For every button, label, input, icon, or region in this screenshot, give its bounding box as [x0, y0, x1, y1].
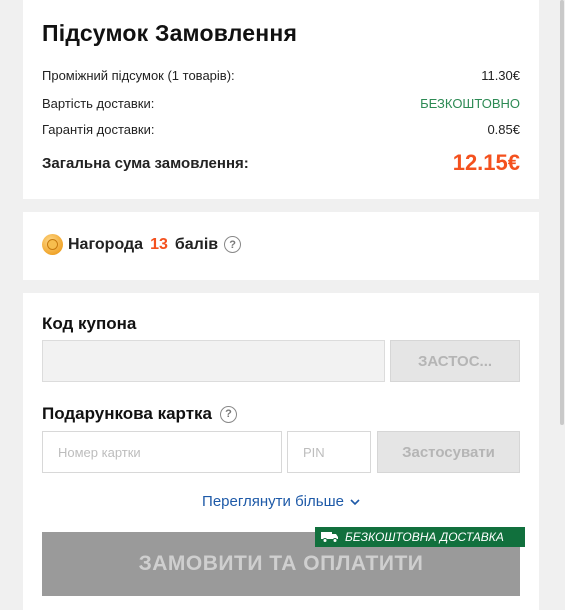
guarantee-label: Гарантія доставки: [42, 122, 155, 137]
gift-card-apply-button[interactable]: Застосувати [377, 431, 520, 473]
reward-line: Нагорода 13 балів ? [42, 234, 242, 255]
subtotal-label: Проміжний підсумок (1 товарів): [42, 68, 235, 83]
coupon-card: Код купона ЗАСТОС... Подарункова картка … [23, 293, 539, 610]
gift-card-pin-input[interactable] [287, 431, 371, 473]
total-label: Загальна сума замовлення: [42, 154, 249, 172]
coin-icon [42, 234, 63, 255]
shipping-row: Вартість доставки: БЕЗКОШТОВНО [42, 96, 520, 111]
truck-icon [321, 531, 339, 543]
scrollbar-thumb[interactable] [560, 0, 564, 425]
gift-card-number-input[interactable] [42, 431, 282, 473]
reward-prefix: Нагорода [68, 235, 144, 253]
gift-card-help-icon[interactable]: ? [220, 405, 237, 423]
reward-suffix: балів [174, 235, 219, 253]
total-value: 12.15€ [452, 150, 520, 175]
view-more-label: Переглянути більше [202, 493, 344, 510]
reward-points: 13 [150, 235, 168, 253]
shipping-value: БЕЗКОШТОВНО [420, 96, 520, 111]
order-summary-card: Підсумок Замовлення Проміжний підсумок (… [23, 0, 539, 199]
reward-card: Нагорода 13 балів ? [23, 212, 539, 280]
help-icon[interactable]: ? [224, 236, 242, 253]
coupon-input[interactable] [42, 340, 385, 382]
scrollbar[interactable] [559, 0, 565, 610]
shipping-label: Вартість доставки: [42, 96, 155, 111]
total-row: Загальна сума замовлення: 12.15€ [42, 150, 520, 176]
view-more-link[interactable]: Переглянути більше [23, 493, 539, 510]
free-shipping-badge: БЕЗКОШТОВНА ДОСТАВКА [315, 527, 525, 547]
coupon-apply-button[interactable]: ЗАСТОС... [390, 340, 520, 382]
chevron-down-icon [350, 497, 360, 509]
subtotal-row: Проміжний підсумок (1 товарів): 11.30€ [42, 68, 520, 83]
guarantee-row: Гарантія доставки: 0.85€ [42, 122, 520, 137]
gift-card-label: Подарункова картка [42, 404, 212, 423]
gift-card-heading: Подарункова картка ? [42, 404, 237, 424]
free-shipping-badge-label: БЕЗКОШТОВНА ДОСТАВКА [345, 530, 504, 544]
subtotal-value: 11.30€ [481, 68, 520, 83]
order-summary-title: Підсумок Замовлення [42, 20, 298, 46]
guarantee-value: 0.85€ [487, 122, 520, 137]
coupon-label: Код купона [42, 314, 137, 333]
